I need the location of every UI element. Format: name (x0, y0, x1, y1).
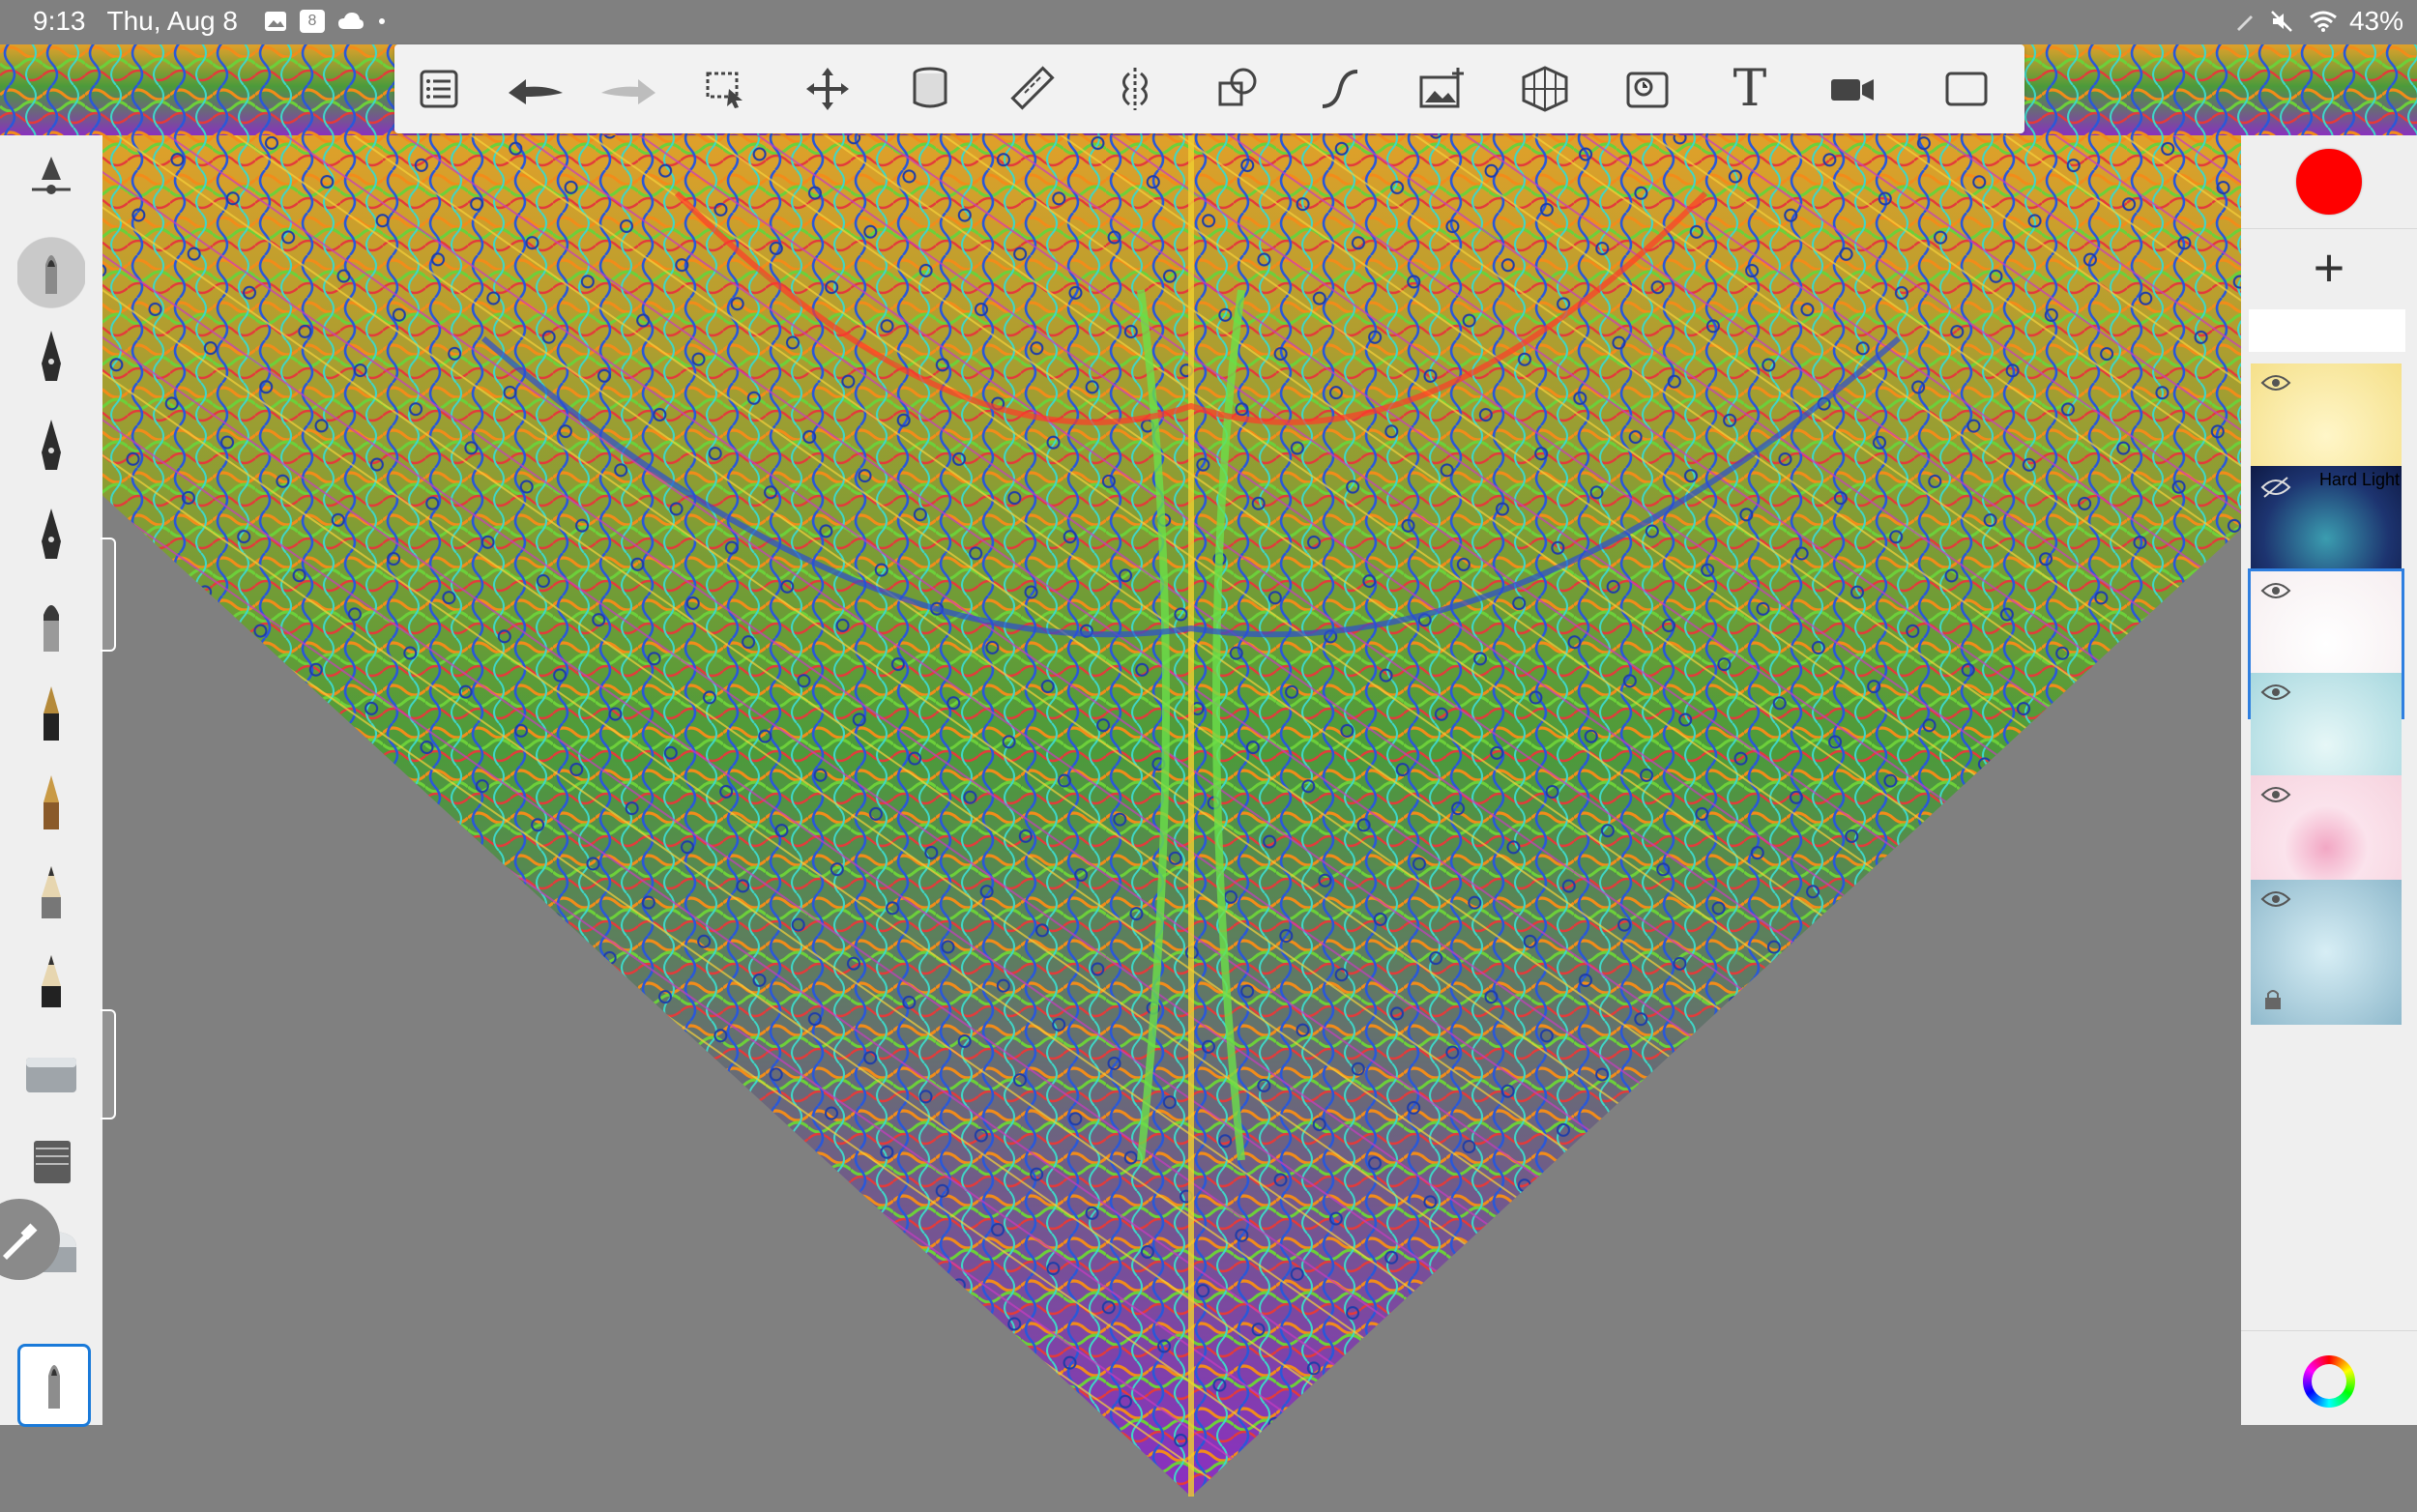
move-icon (806, 68, 849, 110)
smudge-button[interactable] (17, 1125, 85, 1199)
ruler-button[interactable] (1004, 60, 1062, 118)
eye-hidden-icon[interactable] (2260, 476, 2291, 499)
blend-mode-label: Hard Light (2318, 470, 2400, 489)
pen-nib-icon (42, 331, 61, 381)
eraser-icon (26, 1058, 76, 1092)
status-bar: 9:13 Thu, Aug 8 8 43% (0, 0, 2417, 44)
undo-button[interactable] (499, 60, 572, 118)
calendar-icon: 8 (299, 10, 325, 33)
layer-thumbnail-6[interactable] (2251, 880, 2402, 1025)
panel-divider (2241, 228, 2417, 229)
graphite-pencil-button[interactable] (17, 947, 85, 1021)
selection-button[interactable] (696, 60, 754, 118)
fill-bucket-icon (913, 67, 947, 108)
brush-settings-button[interactable] (17, 147, 85, 220)
symmetry-button[interactable] (1106, 60, 1164, 118)
layers-panel: + Hard Light (2241, 135, 2417, 1425)
airbrush-button[interactable] (17, 236, 85, 309)
lock-icon[interactable] (2262, 988, 2284, 1011)
curve-icon (1322, 70, 1358, 108)
list-icon (420, 70, 458, 108)
battery-percent: 43% (2348, 6, 2403, 36)
marker-button[interactable] (17, 592, 85, 665)
mute-icon (2271, 11, 2292, 32)
perspective-button[interactable] (1516, 60, 1574, 118)
selection-icon (706, 72, 743, 108)
top-toolbar: T (394, 44, 2024, 133)
text-icon: T (1733, 60, 1767, 118)
image-add-icon (1419, 68, 1464, 108)
timelapse-icon (1626, 72, 1669, 108)
fountain-pen-icon (44, 686, 59, 741)
pen-icon (2236, 15, 2253, 31)
curve-button[interactable] (1311, 60, 1369, 118)
pencil-button[interactable] (17, 858, 85, 932)
calligraphy-pen-icon (44, 775, 59, 829)
status-time: 9:13 (33, 6, 86, 36)
fullscreen-icon (1945, 72, 1988, 106)
dot-icon (378, 18, 385, 24)
fountain-pen-button[interactable] (17, 681, 85, 754)
eye-icon[interactable] (2260, 581, 2291, 600)
shapes-icon (1218, 68, 1257, 106)
gallery-icon (264, 12, 286, 31)
status-date: Thu, Aug 8 (106, 6, 238, 36)
transform-button[interactable] (799, 60, 857, 118)
pen-button[interactable] (17, 414, 85, 487)
active-brush-button[interactable] (17, 1344, 91, 1427)
marker-icon (44, 605, 59, 652)
text-button[interactable]: T (1721, 60, 1779, 118)
video-icon (1831, 79, 1874, 101)
ink-pen-button[interactable] (17, 503, 85, 576)
brush-opacity-slider[interactable] (101, 1009, 116, 1119)
redo-button[interactable] (592, 60, 665, 118)
ruler-icon (1010, 66, 1055, 110)
redo-arrow-icon (601, 79, 655, 104)
eraser-button[interactable] (17, 1036, 85, 1110)
add-layer-button[interactable]: + (2303, 241, 2355, 295)
undo-arrow-icon (509, 79, 563, 104)
shapes-button[interactable] (1208, 60, 1267, 118)
calligraphy-pen-button[interactable] (17, 770, 85, 843)
eye-icon[interactable] (2260, 785, 2291, 804)
current-color-swatch[interactable] (2296, 149, 2362, 215)
timelapse-button[interactable] (1618, 60, 1676, 118)
drawing-canvas[interactable] (0, 0, 2417, 1512)
record-button[interactable] (1823, 60, 1881, 118)
wifi-icon (2310, 11, 2337, 32)
pen-nib-icon (42, 509, 61, 559)
eyedropper-icon (3, 1223, 38, 1260)
fine-pen-button[interactable] (17, 325, 85, 398)
color-wheel-button[interactable] (2303, 1355, 2355, 1408)
fill-button[interactable] (901, 60, 959, 118)
fullscreen-button[interactable] (1937, 60, 1995, 118)
eye-icon[interactable] (2260, 373, 2291, 393)
panel-divider (2241, 1330, 2417, 1331)
eye-icon[interactable] (2260, 889, 2291, 909)
brush-tip-icon (48, 1365, 60, 1409)
layers-list-button[interactable] (410, 60, 468, 118)
pencil-icon (42, 955, 61, 1007)
brush-settings-icon (32, 157, 71, 194)
symmetry-icon (1122, 68, 1148, 110)
airbrush-icon (45, 255, 57, 294)
cloud-icon (337, 13, 364, 29)
brush-size-slider[interactable] (101, 538, 116, 652)
layer-stub[interactable] (2249, 309, 2405, 352)
import-image-button[interactable] (1413, 60, 1471, 118)
pencil-icon (42, 866, 61, 918)
smudge-icon (34, 1141, 71, 1183)
eye-icon[interactable] (2260, 683, 2291, 702)
pen-nib-icon (42, 420, 61, 470)
perspective-grid-icon (1522, 66, 1568, 112)
